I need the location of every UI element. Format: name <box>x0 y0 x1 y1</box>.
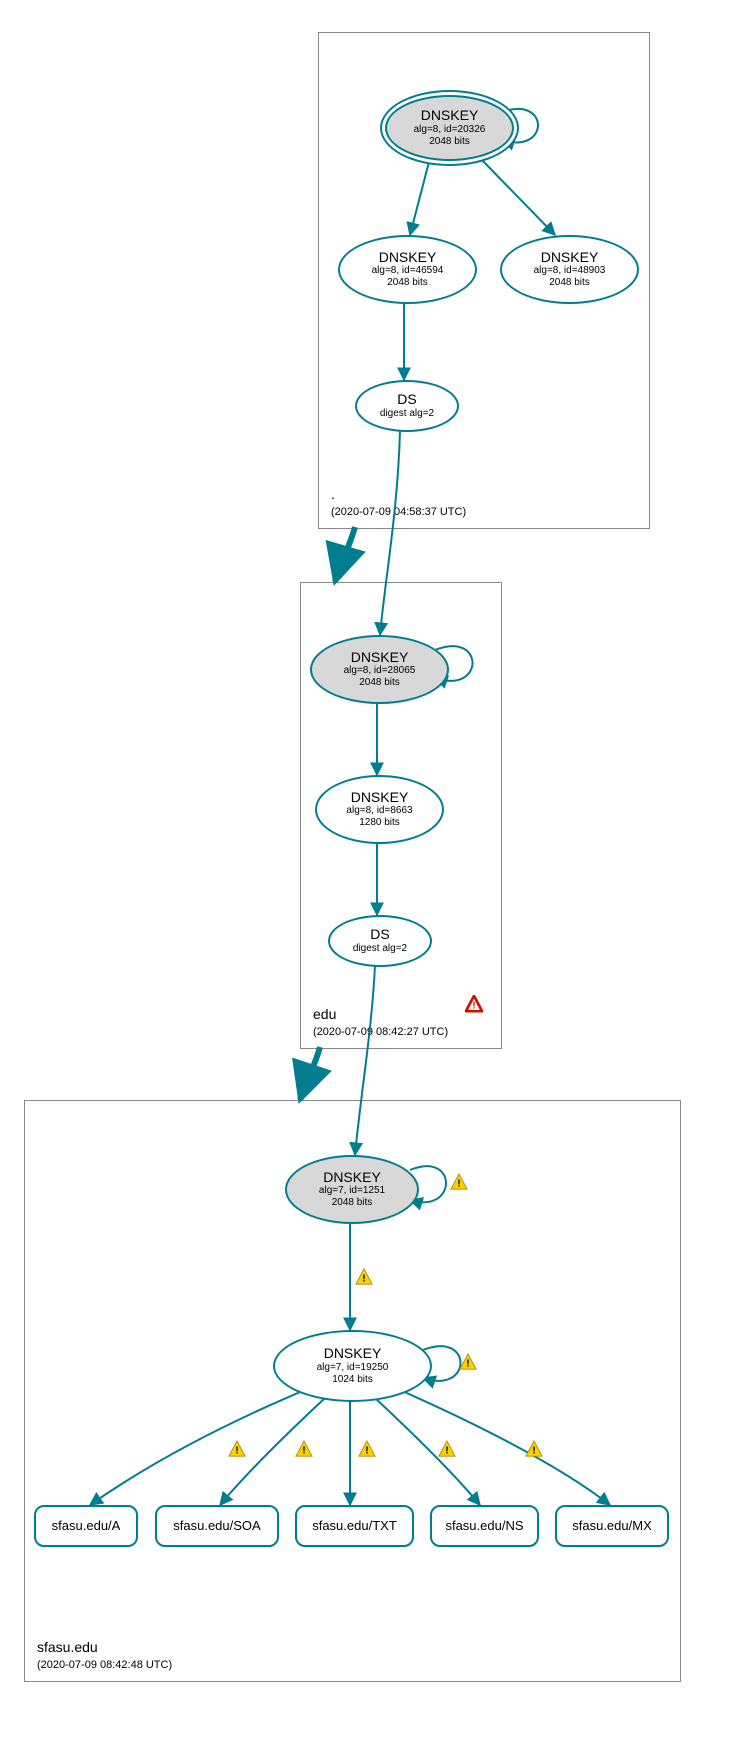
node-sub: 2048 bits <box>387 277 428 289</box>
warning-icon: ! <box>438 1440 456 1458</box>
svg-text:!: ! <box>445 1446 448 1457</box>
node-title: DNSKEY <box>541 250 599 265</box>
node-sub: 2048 bits <box>429 136 470 148</box>
node-sub: digest alg=2 <box>380 408 434 420</box>
node-title: DNSKEY <box>351 650 409 665</box>
rr-txt: sfasu.edu/TXT <box>295 1505 414 1547</box>
zone-root-label: . <box>331 486 335 502</box>
warning-icon: ! <box>450 1173 468 1191</box>
node-sub: digest alg=2 <box>353 943 407 955</box>
rr-a: sfasu.edu/A <box>34 1505 138 1547</box>
node-sub: 2048 bits <box>549 277 590 289</box>
warning-icon: ! <box>459 1353 477 1371</box>
node-sub: alg=8, id=46594 <box>372 265 444 277</box>
node-title: sfasu.edu/NS <box>445 1519 523 1533</box>
warning-icon: ! <box>525 1440 543 1458</box>
node-sub: 2048 bits <box>332 1197 373 1209</box>
node-sub: 2048 bits <box>359 677 400 689</box>
dnskey-root-ksk: DNSKEY alg=8, id=20326 2048 bits <box>385 95 514 161</box>
rr-ns: sfasu.edu/NS <box>430 1505 539 1547</box>
zone-root-timestamp: (2020-07-09 04:58:37 UTC) <box>331 506 466 518</box>
dnskey-sfasu-ksk: DNSKEY alg=7, id=1251 2048 bits <box>285 1155 419 1224</box>
node-sub: 1024 bits <box>332 1374 373 1386</box>
warning-icon: ! <box>358 1440 376 1458</box>
node-title: DNSKEY <box>351 790 409 805</box>
node-title: DNSKEY <box>323 1170 381 1185</box>
node-title: sfasu.edu/SOA <box>173 1519 260 1533</box>
rr-soa: sfasu.edu/SOA <box>155 1505 279 1547</box>
warning-icon: ! <box>355 1268 373 1286</box>
svg-text:!: ! <box>365 1446 368 1457</box>
ds-root: DS digest alg=2 <box>355 380 459 432</box>
node-title: sfasu.edu/A <box>52 1519 121 1533</box>
svg-text:!: ! <box>466 1359 469 1370</box>
zone-sfasu-label: sfasu.edu <box>37 1639 98 1655</box>
zone-edu-timestamp: (2020-07-09 08:42:27 UTC) <box>313 1026 448 1038</box>
node-sub: alg=7, id=1251 <box>319 1185 385 1197</box>
node-sub: alg=7, id=19250 <box>317 1362 389 1374</box>
zone-sfasu-timestamp: (2020-07-09 08:42:48 UTC) <box>37 1659 172 1671</box>
node-sub: alg=8, id=48903 <box>534 265 606 277</box>
node-title: DNSKEY <box>324 1346 382 1361</box>
ds-edu: DS digest alg=2 <box>328 915 432 967</box>
dnskey-edu-zsk: DNSKEY alg=8, id=8663 1280 bits <box>315 775 444 844</box>
node-title: sfasu.edu/MX <box>572 1519 652 1533</box>
svg-text:!: ! <box>302 1446 305 1457</box>
dnssec-diagram: . (2020-07-09 04:58:37 UTC) edu (2020-07… <box>10 10 749 1735</box>
zone-edu-label: edu <box>313 1006 336 1022</box>
node-title: sfasu.edu/TXT <box>312 1519 397 1533</box>
svg-text:!: ! <box>457 1179 460 1190</box>
node-title: DS <box>397 392 416 407</box>
dnskey-edu-ksk: DNSKEY alg=8, id=28065 2048 bits <box>310 635 449 704</box>
svg-text:!: ! <box>235 1446 238 1457</box>
node-sub: alg=8, id=8663 <box>346 805 412 817</box>
rr-mx: sfasu.edu/MX <box>555 1505 669 1547</box>
warning-icon: ! <box>295 1440 313 1458</box>
node-title: DNSKEY <box>421 108 479 123</box>
node-sub: 1280 bits <box>359 817 400 829</box>
svg-text:!: ! <box>472 1001 475 1012</box>
svg-text:!: ! <box>362 1274 365 1285</box>
svg-text:!: ! <box>532 1446 535 1457</box>
dnskey-root-zsk1: DNSKEY alg=8, id=46594 2048 bits <box>338 235 477 304</box>
warning-icon: ! <box>228 1440 246 1458</box>
node-sub: alg=8, id=20326 <box>414 124 486 136</box>
node-title: DNSKEY <box>379 250 437 265</box>
node-title: DS <box>370 927 389 942</box>
error-icon: ! <box>465 995 483 1013</box>
dnskey-sfasu-zsk: DNSKEY alg=7, id=19250 1024 bits <box>273 1330 432 1402</box>
dnskey-root-zsk2: DNSKEY alg=8, id=48903 2048 bits <box>500 235 639 304</box>
node-sub: alg=8, id=28065 <box>344 665 416 677</box>
